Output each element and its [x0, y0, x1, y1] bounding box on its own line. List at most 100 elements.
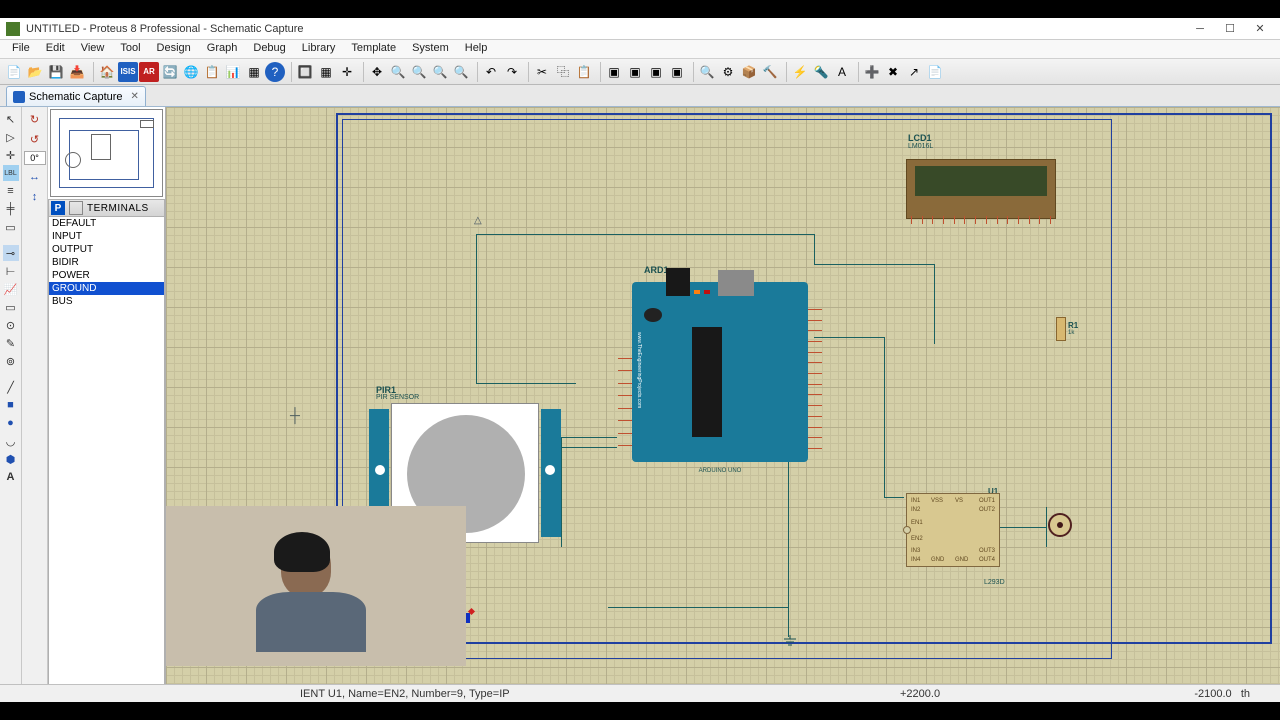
copy-icon[interactable]: ⿻ — [553, 62, 573, 82]
box-icon[interactable]: ■ — [3, 397, 19, 413]
terminal-item-bus[interactable]: BUS — [49, 295, 164, 308]
terminal-item-output[interactable]: OUTPUT — [49, 243, 164, 256]
bus-mode-icon[interactable]: ╪ — [3, 201, 19, 217]
redo-icon[interactable]: ↷ — [502, 62, 522, 82]
menu-library[interactable]: Library — [294, 40, 344, 58]
pick-icon[interactable]: 🔍 — [697, 62, 717, 82]
probe-icon[interactable]: ✎ — [3, 335, 19, 351]
path-icon[interactable]: ⬢ — [3, 451, 19, 467]
grid-icon[interactable]: ▦ — [316, 62, 336, 82]
pick-parts-icon[interactable]: P — [51, 201, 65, 215]
ares-icon[interactable]: AR — [139, 62, 159, 82]
arduino-component[interactable]: www.TheEngineeringProjects.com ARDUINO U… — [632, 282, 808, 462]
circle-icon[interactable]: ● — [3, 415, 19, 431]
overview-window[interactable] — [50, 109, 163, 197]
zoom-all-icon[interactable]: 🔍 — [430, 62, 450, 82]
resistor-component[interactable] — [1056, 317, 1066, 341]
tape-icon[interactable]: ▭ — [3, 299, 19, 315]
wire-autoroute-icon[interactable]: ⚡ — [790, 62, 810, 82]
l293d-component[interactable]: IN1 IN2 EN1 EN2 IN3 IN4 OUT1 OUT2 OUT3 O… — [906, 493, 1000, 567]
rotation-input[interactable] — [24, 151, 46, 165]
home-icon[interactable]: 🏠 — [97, 62, 117, 82]
rotate-ccw-icon[interactable]: ↺ — [27, 131, 43, 147]
component-mode-icon[interactable]: ▷ — [3, 129, 19, 145]
cut-icon[interactable]: ✂ — [532, 62, 552, 82]
undo-icon[interactable]: ↶ — [481, 62, 501, 82]
tab-schematic-capture[interactable]: Schematic Capture ✕ — [6, 86, 146, 106]
block-delete-icon[interactable]: ▣ — [667, 62, 687, 82]
zoom-out-icon[interactable]: 🔍 — [409, 62, 429, 82]
maximize-button[interactable]: ☐ — [1216, 20, 1244, 38]
search-icon[interactable]: 🔦 — [811, 62, 831, 82]
packaging-icon[interactable]: 📦 — [739, 62, 759, 82]
make-device-icon[interactable]: ⚙ — [718, 62, 738, 82]
terminal-item-bidir[interactable]: BIDIR — [49, 256, 164, 269]
line-icon[interactable]: ╱ — [3, 379, 19, 395]
selection-mode-icon[interactable]: ↖ — [3, 111, 19, 127]
delete-sheet-icon[interactable]: ✖ — [883, 62, 903, 82]
pan-icon[interactable]: ✥ — [367, 62, 387, 82]
menu-tool[interactable]: Tool — [112, 40, 148, 58]
menu-template[interactable]: Template — [343, 40, 404, 58]
mirror-v-icon[interactable]: ↕ — [27, 189, 43, 205]
bom-icon[interactable]: 📄 — [925, 62, 945, 82]
close-button[interactable]: ✕ — [1246, 20, 1274, 38]
layout-icon[interactable]: ▦ — [244, 62, 264, 82]
zoom-in-icon[interactable]: 🔍 — [388, 62, 408, 82]
new-sheet-icon[interactable]: ➕ — [862, 62, 882, 82]
junction-mode-icon[interactable]: ✛ — [3, 147, 19, 163]
lcd-component[interactable] — [906, 159, 1056, 219]
ground-symbol[interactable] — [782, 635, 798, 652]
save-icon[interactable]: 💾 — [46, 62, 66, 82]
mirror-h-icon[interactable]: ↔ — [27, 169, 43, 185]
chart-icon[interactable]: 📊 — [223, 62, 243, 82]
graph-mode-icon[interactable]: 📈 — [3, 281, 19, 297]
motor-component[interactable] — [1048, 513, 1072, 537]
new-file-icon[interactable]: 📄 — [4, 62, 24, 82]
isis-icon[interactable]: ISIS — [118, 62, 138, 82]
tab-close-icon[interactable]: ✕ — [131, 91, 139, 102]
exit-sheet-icon[interactable]: ↗ — [904, 62, 924, 82]
rotate-cw-icon[interactable]: ↻ — [27, 111, 43, 127]
paste-icon[interactable]: 📋 — [574, 62, 594, 82]
open-file-icon[interactable]: 📂 — [25, 62, 45, 82]
instrument-icon[interactable]: ⊚ — [3, 353, 19, 369]
arc-icon[interactable]: ◡ — [3, 433, 19, 449]
text-script-icon[interactable]: ≡ — [3, 183, 19, 199]
schematic-canvas[interactable]: △ LCD1 LM016L — [166, 107, 1280, 684]
globe-icon[interactable]: 🌐 — [181, 62, 201, 82]
menu-design[interactable]: Design — [149, 40, 199, 58]
terminals-list[interactable]: DEFAULT INPUT OUTPUT BIDIR POWER GROUND … — [48, 217, 165, 684]
minimize-button[interactable]: ─ — [1186, 20, 1214, 38]
help-icon[interactable]: ? — [265, 62, 285, 82]
library-browse-icon[interactable] — [69, 201, 83, 215]
menu-graph[interactable]: Graph — [199, 40, 246, 58]
subcircuit-icon[interactable]: ▭ — [3, 219, 19, 235]
origin-icon[interactable]: ✛ — [337, 62, 357, 82]
document-icon[interactable]: 📋 — [202, 62, 222, 82]
menu-help[interactable]: Help — [457, 40, 496, 58]
menu-edit[interactable]: Edit — [38, 40, 73, 58]
menu-debug[interactable]: Debug — [245, 40, 293, 58]
redraw-icon[interactable]: 🔲 — [295, 62, 315, 82]
menu-view[interactable]: View — [73, 40, 113, 58]
menu-file[interactable]: File — [4, 40, 38, 58]
block-move-icon[interactable]: ▣ — [625, 62, 645, 82]
zoom-area-icon[interactable]: 🔍 — [451, 62, 471, 82]
menu-system[interactable]: System — [404, 40, 457, 58]
terminal-item-power[interactable]: POWER — [49, 269, 164, 282]
terminal-item-input[interactable]: INPUT — [49, 230, 164, 243]
wire-label-icon[interactable]: LBL — [3, 165, 19, 181]
device-pin-icon[interactable]: ⊢ — [3, 263, 19, 279]
terminal-item-ground[interactable]: GROUND — [49, 282, 164, 295]
block-rotate-icon[interactable]: ▣ — [646, 62, 666, 82]
import-icon[interactable]: 📥 — [67, 62, 87, 82]
decompose-icon[interactable]: 🔨 — [760, 62, 780, 82]
text-icon[interactable]: A — [3, 469, 19, 485]
terminal-mode-icon[interactable]: ⊸ — [3, 245, 19, 261]
refresh-icon[interactable]: 🔄 — [160, 62, 180, 82]
property-icon[interactable]: A — [832, 62, 852, 82]
generator-icon[interactable]: ⊙ — [3, 317, 19, 333]
terminal-item-default[interactable]: DEFAULT — [49, 217, 164, 230]
block-copy-icon[interactable]: ▣ — [604, 62, 624, 82]
